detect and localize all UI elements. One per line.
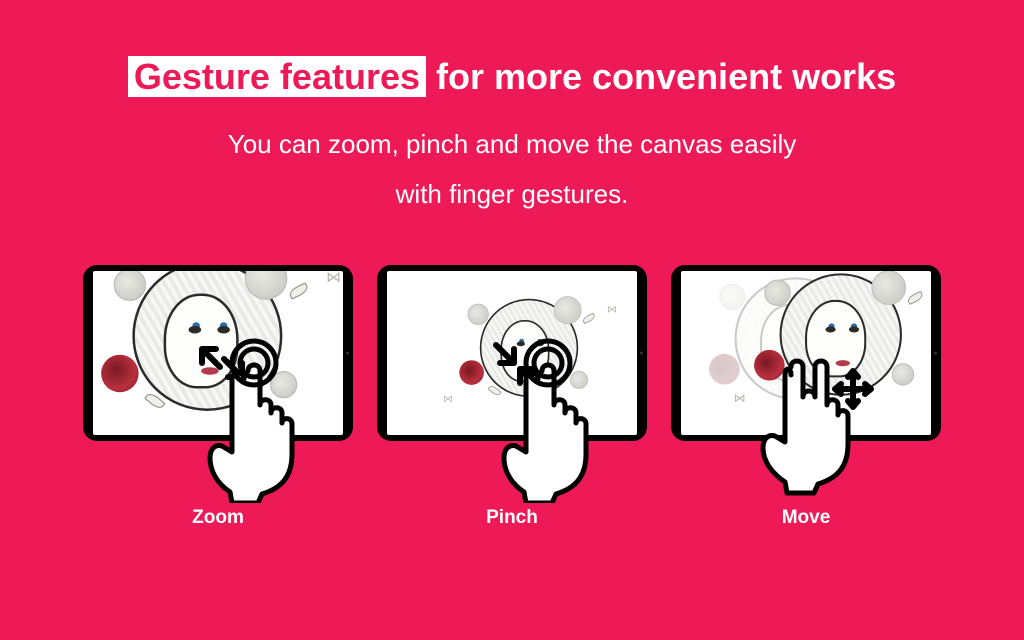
page-title: Gesture features for more convenient wor… (0, 55, 1024, 98)
tablet-frame: ⋈⋈ (83, 265, 353, 441)
canvas-artwork: ⋈⋈ (713, 271, 931, 430)
subtitle-line-2: with finger gestures. (396, 179, 629, 209)
page-subtitle: You can zoom, pinch and move the canvas … (0, 120, 1024, 219)
title-highlight: Gesture features (128, 56, 426, 97)
gesture-card-pinch: ⋈⋈ Pinch (377, 265, 647, 529)
tablet-screen: ⋈⋈ (681, 271, 931, 435)
title-rest: for more convenient works (426, 56, 896, 97)
tablet-camera-dot (934, 351, 937, 354)
subtitle-line-1: You can zoom, pinch and move the canvas … (228, 129, 797, 159)
canvas-artwork: ⋈⋈ (93, 271, 343, 435)
gesture-label: Zoom (192, 507, 244, 529)
gesture-card-move: ⋈⋈ Move (671, 265, 941, 529)
gesture-card-zoom: ⋈⋈ Zoom (83, 265, 353, 529)
gesture-label: Pinch (486, 507, 538, 529)
tablet-frame: ⋈⋈ (671, 265, 941, 441)
tablet-frame: ⋈⋈ (377, 265, 647, 441)
tablet-screen: ⋈⋈ (93, 271, 343, 435)
tablet-camera-dot (640, 351, 643, 354)
tablet-camera-dot (346, 351, 349, 354)
canvas-artwork: ⋈⋈ (427, 290, 632, 424)
tablet-screen: ⋈⋈ (387, 271, 637, 435)
gesture-card-row: ⋈⋈ Zoom (0, 265, 1024, 529)
gesture-label: Move (782, 507, 831, 529)
